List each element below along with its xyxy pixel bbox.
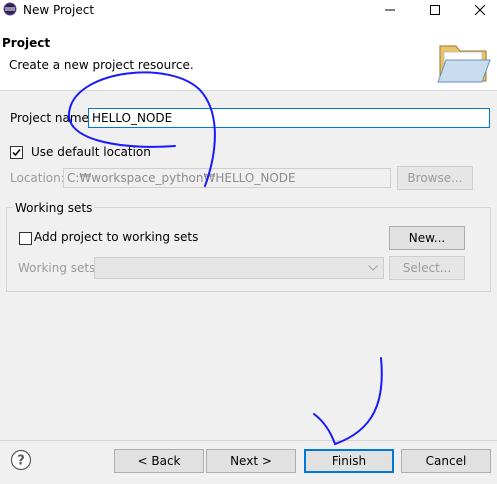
minimize-icon — [385, 9, 395, 11]
location-input[interactable]: C:₩workspace_python₩HELLO_NODE — [63, 168, 391, 188]
title-bar: New Project — [0, 0, 497, 20]
close-button[interactable] — [466, 0, 494, 20]
add-to-working-sets-checkbox[interactable] — [19, 232, 32, 245]
cancel-button[interactable]: Cancel — [401, 449, 491, 473]
use-default-location-label: Use default location — [31, 145, 151, 159]
select-working-set-button[interactable]: Select... — [389, 256, 465, 280]
svg-text:?: ? — [17, 454, 25, 469]
eclipse-app-icon — [3, 2, 17, 16]
project-name-input[interactable]: HELLO_NODE — [88, 108, 490, 128]
project-name-label: Project name: — [10, 111, 93, 125]
add-to-working-sets-label: Add project to working sets — [34, 230, 199, 244]
chevron-down-icon — [368, 265, 378, 271]
minimize-button[interactable] — [376, 0, 404, 20]
page-description: Create a new project resource. — [9, 58, 194, 72]
browse-button[interactable]: Browse... — [397, 166, 473, 190]
footer-separator — [0, 440, 497, 441]
window-title: New Project — [23, 3, 95, 17]
maximize-button[interactable] — [421, 0, 449, 20]
maximize-icon — [430, 5, 440, 15]
working-sets-group-title: Working sets — [13, 201, 95, 215]
wizard-header: Project Create a new project resource. — [0, 20, 497, 91]
finish-button[interactable]: Finish — [304, 449, 394, 473]
next-button[interactable]: Next > — [206, 449, 296, 473]
new-working-set-button[interactable]: New... — [389, 226, 465, 250]
location-label: Location: — [10, 171, 65, 185]
use-default-location-checkbox[interactable] — [10, 146, 23, 159]
back-button[interactable]: < Back — [114, 449, 204, 473]
annotation-arrow-stroke — [313, 357, 383, 446]
working-sets-combo[interactable] — [94, 257, 384, 279]
page-title: Project — [2, 36, 51, 50]
help-icon[interactable]: ? — [10, 449, 32, 471]
close-icon — [475, 5, 485, 15]
folder-icon — [437, 45, 491, 83]
working-sets-label: Working sets: — [18, 261, 100, 275]
checkmark-icon — [12, 149, 21, 157]
